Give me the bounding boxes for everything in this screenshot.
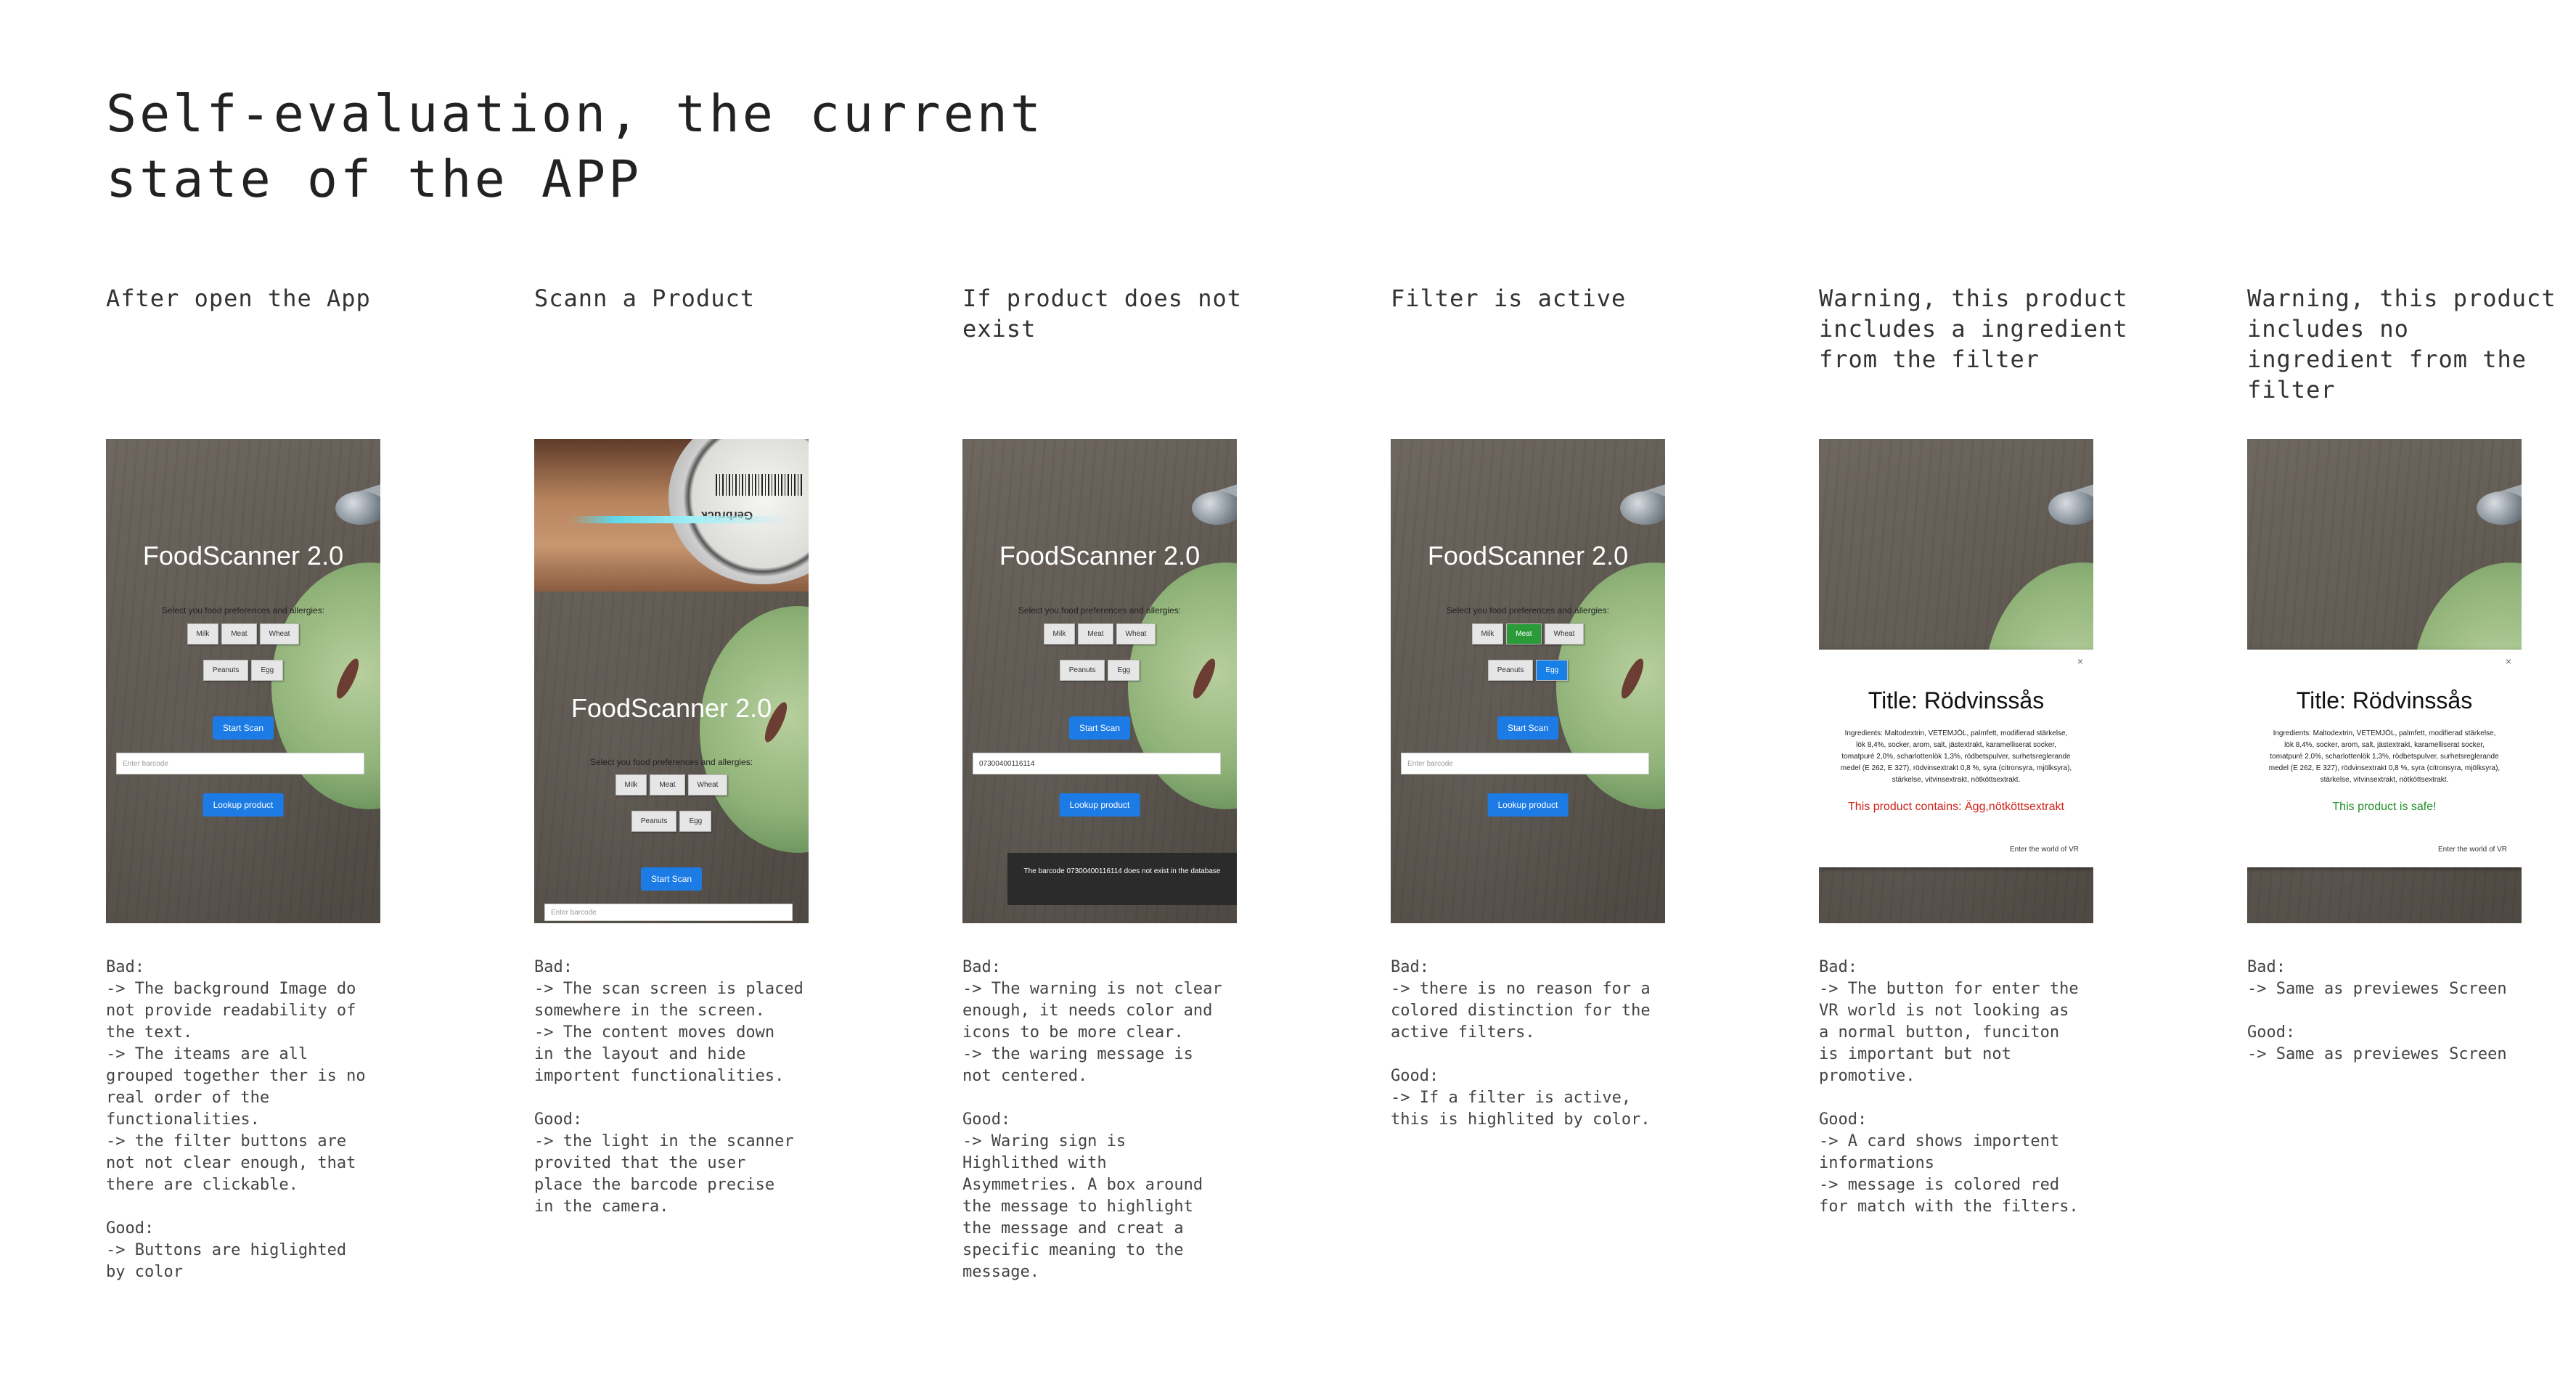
chip-wheat[interactable]: Wheat <box>687 774 728 795</box>
chip-meat[interactable]: Meat <box>1078 623 1113 645</box>
screenshot-filter-active: FoodScanner 2.0 Select you food preferen… <box>1391 439 1665 923</box>
start-scan-button[interactable]: Start Scan <box>212 716 274 740</box>
column-heading: Scann a Product <box>534 285 755 312</box>
screenshot-scan: Gerbrück FoodScanner 2.0 Select you food… <box>534 439 809 923</box>
chip-milk[interactable]: Milk <box>1471 623 1504 645</box>
chip-peanuts[interactable]: Peanuts <box>1059 660 1105 681</box>
spoon-decoration <box>1620 491 1665 525</box>
chip-wheat[interactable]: Wheat <box>259 623 300 645</box>
chip-egg[interactable]: Egg <box>1108 660 1140 681</box>
evaluation-notes: Bad: -> The button for enter the VR worl… <box>1819 958 2079 1216</box>
barcode-input[interactable]: 07300400116114 <box>973 753 1221 774</box>
column-open-app: After open the App FoodScanner 2.0 Selec… <box>106 283 425 1281</box>
chip-egg-active[interactable]: Egg <box>1536 660 1569 681</box>
screenshot-home: FoodScanner 2.0 Select you food preferen… <box>106 439 380 923</box>
product-title: Title: Rödvinssås <box>1868 687 2045 713</box>
column-heading: After open the App <box>106 285 371 312</box>
column-heading: Warning, this product includes no ingred… <box>2247 285 2556 404</box>
safe-message: This product is safe! <box>2332 801 2437 813</box>
chip-peanuts[interactable]: Peanuts <box>203 660 249 681</box>
enter-vr-link[interactable]: Enter the world of VR <box>2010 846 2079 854</box>
evaluation-notes: Bad: -> Same as previewes Screen Good: -… <box>2247 958 2507 1063</box>
column-not-exist: If product does not exist FoodScanner 2.… <box>962 283 1282 1281</box>
app-title: FoodScanner 2.0 <box>1427 541 1629 570</box>
ingredients-text: Ingredients: Maltodextrin, VETEMJÖL, pal… <box>1840 729 2072 784</box>
spoon-decoration <box>335 491 380 525</box>
scan-light <box>571 516 788 523</box>
column-scan: Scann a Product Gerbrück FoodScanner 2.0… <box>534 283 854 1216</box>
lookup-product-button[interactable]: Lookup product <box>1059 793 1140 817</box>
warning-message: This product contains: Ägg,nötköttsextra… <box>1848 801 2064 813</box>
column-heading: Filter is active <box>1391 285 1627 312</box>
page-title: Self-evaluation, the current state of th… <box>106 84 1044 209</box>
camera-view: Gerbrück <box>534 439 809 592</box>
column-warning-safe: Warning, this product includes no ingred… <box>2247 283 2567 1063</box>
close-icon[interactable]: × <box>2506 655 2511 667</box>
screenshot-not-found: FoodScanner 2.0 Select you food preferen… <box>962 439 1237 923</box>
spoon-decoration <box>2048 491 2093 525</box>
chip-peanuts[interactable]: Peanuts <box>1487 660 1534 681</box>
close-icon[interactable]: × <box>2077 655 2083 667</box>
product-card: × Title: Rödvinssås Ingredients: Maltode… <box>2247 650 2522 867</box>
not-found-toast: The barcode 07300400116114 does not exis… <box>1007 853 1237 905</box>
chip-wheat[interactable]: Wheat <box>1544 623 1585 645</box>
start-scan-button[interactable]: Start Scan <box>1068 716 1131 740</box>
barcode-image <box>716 474 803 496</box>
column-warning-match: Warning, this product includes a ingredi… <box>1819 283 2138 1216</box>
chip-milk[interactable]: Milk <box>615 774 647 795</box>
chip-row-2: Peanuts Egg <box>962 660 1237 681</box>
chip-egg[interactable]: Egg <box>679 811 712 832</box>
column-filter-active: Filter is active FoodScanner 2.0 Select … <box>1391 283 1710 1129</box>
product-title: Title: Rödvinssås <box>2296 687 2473 713</box>
barcode-input[interactable]: Enter barcode <box>116 753 364 774</box>
evaluation-notes: Bad: -> there is no reason for a colored… <box>1391 958 1651 1129</box>
chip-row-2: Peanuts Egg <box>106 660 380 681</box>
app-title: FoodScanner 2.0 <box>571 693 772 723</box>
evaluation-notes: Bad: -> The background Image do not prov… <box>106 958 366 1281</box>
evaluation-notes: Bad: -> The scan screen is placed somewh… <box>534 958 804 1216</box>
chip-row-1: Milk Meat Wheat <box>106 623 380 645</box>
enter-vr-link[interactable]: Enter the world of VR <box>2438 846 2507 854</box>
prefs-label: Select you food preferences and allergie… <box>1018 605 1182 615</box>
spoon-decoration <box>2477 491 2522 525</box>
evaluation-notes: Bad: -> The warning is not clear enough,… <box>962 958 1222 1281</box>
chip-egg[interactable]: Egg <box>251 660 284 681</box>
lookup-product-button[interactable]: Lookup product <box>203 793 284 817</box>
barcode-input[interactable]: Enter barcode <box>1401 753 1649 774</box>
app-title: FoodScanner 2.0 <box>142 541 344 570</box>
prefs-label: Select you food preferences and allergie… <box>589 757 753 767</box>
spoon-decoration <box>1192 491 1237 525</box>
prefs-label: Select you food preferences and allergie… <box>1446 605 1610 615</box>
start-scan-button[interactable]: Start Scan <box>640 867 703 891</box>
chip-meat[interactable]: Meat <box>221 623 257 645</box>
chip-row-2: Peanuts Egg <box>1391 660 1665 681</box>
start-scan-button[interactable]: Start Scan <box>1497 716 1559 740</box>
barcode-input[interactable]: Enter barcode <box>544 904 793 921</box>
chip-row-2: Peanuts Egg <box>534 811 809 832</box>
chip-meat-active[interactable]: Meat <box>1506 623 1542 645</box>
chip-row-1: Milk Meat Wheat <box>534 774 809 795</box>
chip-wheat[interactable]: Wheat <box>1116 623 1156 645</box>
lookup-product-button[interactable]: Lookup product <box>1487 793 1569 817</box>
chip-milk[interactable]: Milk <box>187 623 219 645</box>
ingredients-text: Ingredients: Maltodextrin, VETEMJÖL, pal… <box>2268 729 2501 784</box>
screenshot-warning: × Title: Rödvinssås Ingredients: Maltode… <box>1819 439 2093 923</box>
chip-row-1: Milk Meat Wheat <box>962 623 1237 645</box>
screenshot-safe: × Title: Rödvinssås Ingredients: Maltode… <box>2247 439 2522 923</box>
column-heading: Warning, this product includes a ingredi… <box>1819 285 2128 373</box>
product-card: × Title: Rödvinssås Ingredients: Maltode… <box>1819 650 2093 867</box>
column-heading: If product does not exist <box>962 285 1243 343</box>
chip-milk[interactable]: Milk <box>1043 623 1076 645</box>
app-title: FoodScanner 2.0 <box>999 541 1201 570</box>
chip-meat[interactable]: Meat <box>650 774 685 795</box>
prefs-label: Select you food preferences and allergie… <box>161 605 325 615</box>
chip-row-1: Milk Meat Wheat <box>1391 623 1665 645</box>
chip-peanuts[interactable]: Peanuts <box>631 811 677 832</box>
